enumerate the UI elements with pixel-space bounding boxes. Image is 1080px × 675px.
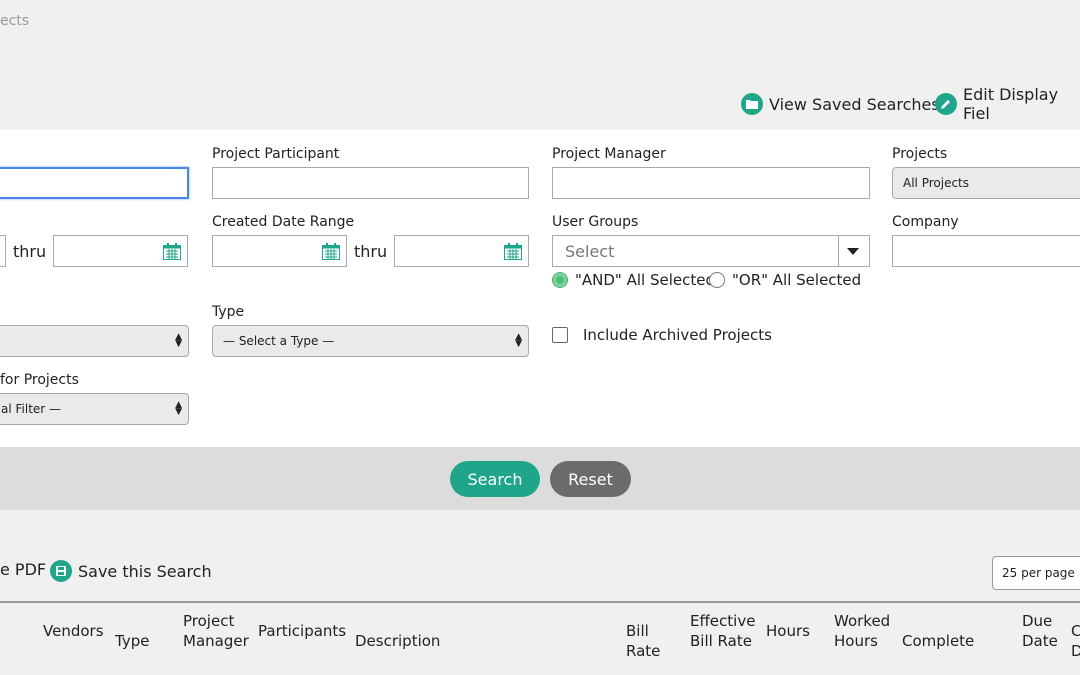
breadcrumb[interactable]: ects <box>0 13 29 29</box>
custom-filter-value: al Filter — <box>1 402 62 416</box>
column-header-cut-line2: D <box>1071 642 1080 660</box>
or-radio-label: "OR" All Selected <box>732 271 862 289</box>
type-select[interactable]: — Select a Type — ▲ ▼ <box>212 325 529 357</box>
select-divider <box>838 236 839 266</box>
calendar-icon[interactable] <box>163 243 181 260</box>
status-select[interactable]: ▲ ▼ <box>0 325 189 357</box>
per-page-select[interactable]: 25 per page <box>992 556 1080 590</box>
save-search-label: Save this Search <box>78 561 212 581</box>
column-header-bill-rate[interactable]: Bill Rate <box>626 621 660 661</box>
pencil-icon <box>935 93 957 115</box>
column-header-worked-line2: Hours <box>834 632 878 650</box>
column-header-effective-bill-rate[interactable]: Effective Bill Rate <box>690 611 755 651</box>
thru-label-1: thru <box>13 242 47 261</box>
view-saved-searches-link[interactable]: View Saved Searches <box>741 90 940 118</box>
custom-filter-select[interactable]: al Filter — ▲ ▼ <box>0 393 189 425</box>
projects-select[interactable]: All Projects <box>892 167 1080 199</box>
type-select-value: — Select a Type — <box>223 334 335 348</box>
and-radio[interactable] <box>552 272 568 288</box>
column-header-due-line2: Date <box>1022 632 1058 650</box>
column-header-description[interactable]: Description <box>355 631 440 651</box>
column-header-cut-line1: C <box>1071 622 1080 640</box>
column-header-cut-off[interactable]: C D <box>1071 621 1080 661</box>
search-button[interactable]: Search <box>450 461 540 497</box>
column-header-bill-line1: Bill <box>626 622 649 640</box>
end-date-input-1[interactable] <box>53 235 188 267</box>
save-search-link[interactable]: Save this Search <box>50 560 212 582</box>
column-header-bill-line2: Rate <box>626 642 661 660</box>
type-label: Type <box>212 304 245 320</box>
projects-select-value: All Projects <box>903 176 969 190</box>
thru-label-2: thru <box>354 242 388 261</box>
user-groups-placeholder: Select <box>565 241 615 261</box>
column-header-hours[interactable]: Hours <box>766 621 810 641</box>
user-groups-select[interactable]: Select <box>552 235 870 267</box>
action-bar: Search Reset <box>0 447 1080 510</box>
column-header-worked-hours[interactable]: Worked Hours <box>834 611 890 651</box>
project-manager-input[interactable] <box>552 167 870 199</box>
include-archived-checkbox[interactable] <box>552 327 568 343</box>
column-header-pm-line1: Project <box>183 612 235 630</box>
calendar-icon[interactable] <box>504 243 522 260</box>
created-date-end-input[interactable] <box>394 235 529 267</box>
start-date-input-partial[interactable] <box>0 235 6 267</box>
project-participant-label: Project Participant <box>212 146 340 162</box>
edit-display-fields-link[interactable]: Edit Display Fiel <box>935 85 1080 123</box>
company-input[interactable] <box>892 235 1080 267</box>
table-header-divider <box>0 601 1080 603</box>
search-form-panel: Project Participant Project Manager Proj… <box>0 130 1080 447</box>
custom-filter-label: for Projects <box>0 372 79 388</box>
per-page-value: 25 per page <box>1002 566 1075 580</box>
or-radio[interactable] <box>709 272 725 288</box>
column-header-project-manager[interactable]: Project Manager <box>183 611 249 651</box>
calendar-icon[interactable] <box>322 243 340 260</box>
keyword-input[interactable] <box>0 167 189 199</box>
include-archived-label: Include Archived Projects <box>583 326 772 344</box>
created-date-start-input[interactable] <box>212 235 347 267</box>
or-radio-option[interactable]: "OR" All Selected <box>709 271 861 289</box>
column-header-due-date[interactable]: Due Date <box>1022 611 1058 651</box>
select-arrows-icon: ▲ ▼ <box>175 332 182 349</box>
user-groups-label: User Groups <box>552 214 639 230</box>
column-header-vendors[interactable]: Vendors <box>43 621 104 641</box>
project-participant-input[interactable] <box>212 167 529 199</box>
export-pdf-label: e PDF <box>0 560 47 579</box>
column-header-type[interactable]: Type <box>115 631 149 651</box>
caret-down-icon <box>847 248 859 255</box>
select-arrows-icon: ▲ ▼ <box>175 400 182 417</box>
view-saved-searches-label: View Saved Searches <box>769 94 940 114</box>
save-icon <box>50 560 72 582</box>
column-header-complete[interactable]: Complete <box>902 631 974 651</box>
and-radio-option[interactable]: "AND" All Selected <box>552 271 715 289</box>
created-date-range-label: Created Date Range <box>212 214 355 230</box>
select-arrows-icon: ▲ ▼ <box>515 332 522 349</box>
and-radio-label: "AND" All Selected <box>575 271 715 289</box>
export-pdf-link[interactable]: e PDF <box>0 560 46 579</box>
column-header-due-line1: Due <box>1022 612 1053 630</box>
company-label: Company <box>892 214 959 230</box>
column-header-eff-line1: Effective <box>690 612 756 630</box>
project-manager-label: Project Manager <box>552 146 666 162</box>
edit-display-fields-label: Edit Display Fiel <box>963 85 1059 123</box>
projects-label: Projects <box>892 146 948 162</box>
include-archived-option[interactable]: Include Archived Projects <box>552 326 772 344</box>
column-header-participants[interactable]: Participants <box>258 621 346 641</box>
column-header-worked-line1: Worked <box>834 612 891 630</box>
column-header-eff-line2: Bill Rate <box>690 632 752 650</box>
folder-icon <box>741 93 763 115</box>
reset-button[interactable]: Reset <box>550 461 631 497</box>
column-header-pm-line2: Manager <box>183 632 249 650</box>
